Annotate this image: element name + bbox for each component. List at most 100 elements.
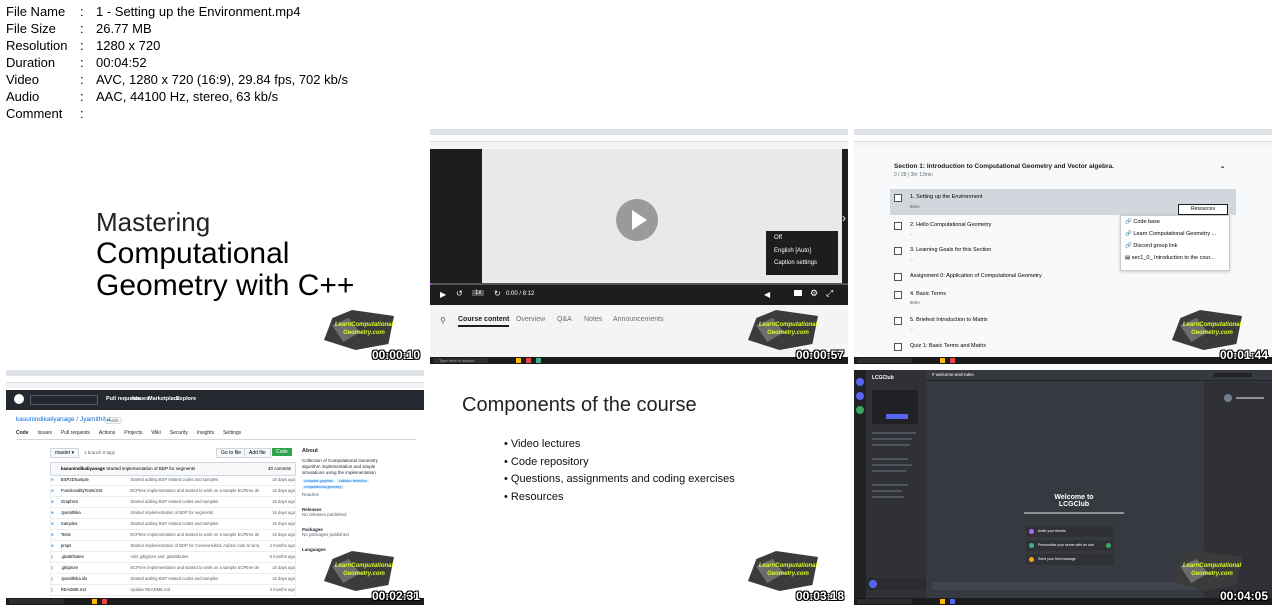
taskbar-search[interactable] [857, 358, 912, 363]
fullscreen-icon[interactable]: ⤢ [826, 288, 833, 299]
avatar[interactable] [1224, 394, 1232, 402]
thumbnail-1[interactable]: Mastering Computational Geometry with C+… [6, 129, 424, 364]
app-icon[interactable] [526, 358, 531, 363]
resource-link[interactable]: 🔗 Discord group link [1121, 240, 1229, 252]
channel-row[interactable] [872, 484, 908, 486]
taskbar-search[interactable] [9, 599, 64, 604]
branch-meta[interactable]: 1 branch 0 tags [84, 450, 115, 455]
channel-row[interactable] [872, 470, 906, 472]
tab-notes[interactable]: Notes [584, 316, 602, 323]
add-server-icon[interactable] [856, 406, 864, 414]
thumbnail-4[interactable]: Pull requests Issues Marketplace Explore… [6, 370, 424, 605]
github-logo-icon[interactable] [14, 394, 24, 404]
speed-button[interactable]: 1x [472, 290, 485, 296]
discord-icon[interactable] [950, 599, 955, 604]
invite-button[interactable] [886, 414, 908, 419]
rewind-icon[interactable]: ↺ [456, 289, 463, 298]
table-row[interactable]: ■ props Started implementation of BDP for … [50, 541, 296, 552]
table-row[interactable]: ▯ .gitignore ECPtree implementation and st… [50, 563, 296, 574]
section-header[interactable]: Section 1: Introduction to Computational… [890, 163, 1236, 189]
tab-actions[interactable]: Actions [99, 430, 115, 436]
play-icon[interactable]: ▶ [440, 290, 446, 299]
topic-tag[interactable]: collision-detection [336, 479, 369, 483]
checkbox[interactable] [894, 343, 902, 351]
video-player[interactable]: › Off English [Auto] Caption settings ▶ … [430, 149, 848, 305]
checkbox[interactable] [894, 194, 902, 202]
thumbnail-6[interactable]: LCGClub # welcome-and-rules Welcome to L… [854, 370, 1272, 605]
nav-issues[interactable]: Issues [132, 396, 149, 402]
server-name[interactable]: LCGClub [872, 375, 894, 381]
next-arrow-icon[interactable]: › [842, 211, 846, 225]
folder-icon[interactable] [940, 358, 945, 363]
tab-issues[interactable]: Issues [38, 430, 52, 436]
folder-icon[interactable] [516, 358, 521, 363]
thumbnail-2[interactable]: › Off English [Auto] Caption settings ▶ … [430, 129, 848, 364]
forward-icon[interactable]: ↻ [494, 289, 501, 298]
tab-insights[interactable]: Insights [197, 430, 214, 436]
folder-icon[interactable] [940, 599, 945, 604]
table-row[interactable]: ■ Jyamithika Started implementation of BDP… [50, 508, 296, 519]
channel-row[interactable] [872, 496, 904, 498]
tab-qa[interactable]: Q&A [557, 316, 572, 323]
branch-selector[interactable]: master ▾ [50, 448, 80, 458]
table-row[interactable]: ■ Tests ECPtree implementation and started… [50, 530, 296, 541]
checkbox[interactable] [894, 273, 902, 281]
tab-projects[interactable]: Projects [124, 430, 142, 436]
folder-icon[interactable] [92, 599, 97, 604]
channel-row[interactable] [872, 432, 916, 434]
tab-security[interactable]: Security [170, 430, 188, 436]
progress-bar[interactable] [430, 283, 848, 285]
nav-explore[interactable]: Explore [176, 396, 196, 402]
channel-row[interactable] [872, 464, 912, 466]
app-icon[interactable] [536, 358, 541, 363]
checkbox[interactable] [894, 247, 902, 255]
add-file-button[interactable]: Add file [244, 448, 271, 458]
tab-pull-requests[interactable]: Pull requests [61, 430, 90, 436]
volume-icon[interactable]: ◀ [764, 290, 770, 299]
avatar[interactable] [869, 580, 877, 588]
resource-link[interactable]: 🔗 Learn Computational Geometry ... [1121, 228, 1229, 240]
tab-overview[interactable]: Overview [516, 316, 545, 323]
topic-tag[interactable]: computational-geometry [302, 485, 344, 489]
search-input[interactable] [1214, 373, 1252, 377]
table-row[interactable]: ▯ .gitattributes Add .gitignore and .gitat… [50, 552, 296, 563]
play-overlay-button[interactable] [616, 199, 658, 241]
server-icon[interactable] [856, 392, 864, 400]
go-to-file-button[interactable]: Go to file [216, 448, 247, 458]
readme-link[interactable]: Readme [302, 492, 382, 497]
channel-row[interactable] [872, 444, 910, 446]
caption-option[interactable]: English [Auto] [766, 245, 838, 257]
member-name[interactable] [1236, 397, 1264, 399]
app-icon[interactable] [950, 358, 955, 363]
chevron-up-icon[interactable]: ⌃ [1219, 165, 1226, 174]
invite-friends-action[interactable]: Invite your friends [1026, 526, 1114, 537]
table-row[interactable]: ■ GraphIcs Started adding BSP related code… [50, 497, 296, 508]
captions-icon[interactable] [794, 290, 802, 296]
tab-wiki[interactable]: Wiki [151, 430, 160, 436]
checkbox[interactable] [894, 291, 902, 299]
channel-row[interactable] [872, 438, 912, 440]
code-button[interactable]: Code [272, 448, 292, 456]
topic-tag[interactable]: computer-graphics [302, 479, 335, 483]
table-row[interactable]: ▯ Jyamithika.sln Started adding BSP relate… [50, 574, 296, 585]
message-input[interactable] [932, 582, 1198, 590]
thumbnail-3[interactable]: Section 1: Introduction to Computational… [854, 129, 1272, 364]
channel-row[interactable] [872, 490, 902, 492]
taskbar-search[interactable]: Type here to search [433, 358, 488, 363]
tab-announcements[interactable]: Announcements [613, 316, 664, 323]
table-row[interactable]: ■ Samples Started adding BSP related codes… [50, 519, 296, 530]
server-icon[interactable] [856, 378, 864, 386]
checkbox[interactable] [894, 317, 902, 325]
app-icon[interactable] [102, 599, 107, 604]
personalize-action[interactable]: Personalize your server with an icon [1026, 540, 1114, 551]
first-message-action[interactable]: Send your first message [1026, 554, 1114, 565]
tab-settings[interactable]: Settings [223, 430, 241, 436]
taskbar-search[interactable] [857, 599, 912, 604]
search-icon[interactable]: ⚲ [440, 316, 446, 325]
tab-code[interactable]: Code [16, 430, 29, 436]
repo-title[interactable]: kasunindikaliyanage / Jyamithika [16, 416, 111, 423]
search-input[interactable] [30, 395, 98, 405]
table-row[interactable]: ▯ README.md Update README.md 3 months ago [50, 585, 296, 596]
list-item[interactable]: 4. Basic Terms 8min [890, 286, 1236, 312]
resources-button[interactable]: Resources [1178, 204, 1228, 215]
